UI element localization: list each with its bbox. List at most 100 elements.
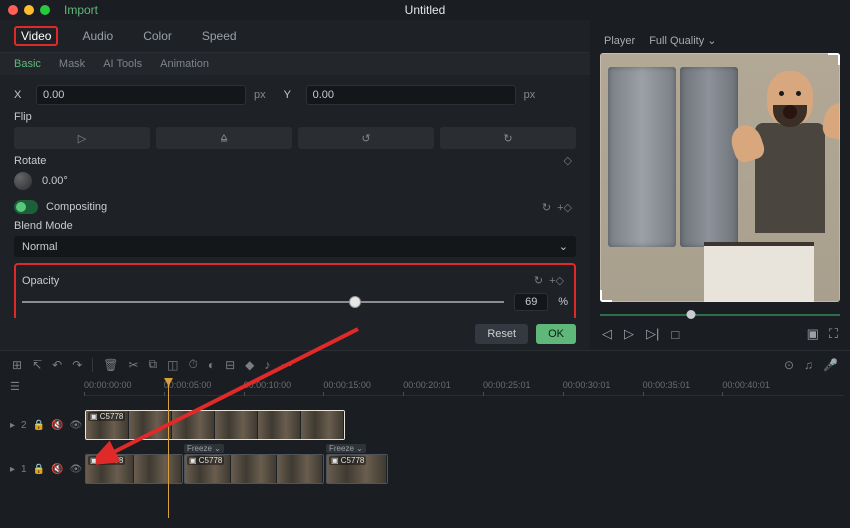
render-icon[interactable]: ⊙	[784, 358, 794, 372]
clip-label: ▣ C5778	[88, 412, 125, 421]
timeline-menu-icon[interactable]: ☰	[10, 380, 20, 393]
import-button[interactable]: Import	[64, 3, 98, 17]
y-label: Y	[284, 89, 298, 101]
crop-icon[interactable]: ◫	[167, 358, 178, 372]
reset-icon[interactable]: ↻	[542, 201, 551, 214]
scrubber-thumb[interactable]	[687, 310, 696, 319]
copy-icon[interactable]: ⧉	[149, 357, 158, 372]
prev-frame-button[interactable]: ◁	[602, 326, 612, 342]
select-tool-icon[interactable]: ↸	[32, 358, 42, 372]
rotate-cw-button[interactable]: ↻	[440, 127, 576, 149]
more-icon[interactable]: ⋯	[280, 358, 292, 372]
opacity-value[interactable]: 69	[514, 293, 548, 311]
blend-mode-dropdown[interactable]: Normal ⌄	[14, 236, 576, 257]
mic-icon[interactable]: 🎤	[823, 358, 838, 372]
adjust-icon[interactable]: ⊟	[225, 358, 235, 372]
compositing-label: Compositing	[46, 201, 107, 213]
player-scrubber[interactable]	[600, 308, 840, 322]
timeline-panel: ⊞ ↸ ↶ ↷ 🗑 ✂ ⧉ ◫ ⏱ ◐ ⊟ ◆ ♪ ⋯ ⊙ ♫ 🎤 ☰ 00:0…	[0, 350, 850, 528]
playhead[interactable]	[168, 378, 169, 518]
subtab-aitools[interactable]: AI Tools	[103, 58, 142, 70]
speed-icon[interactable]: ⏱	[188, 357, 197, 372]
document-title: Untitled	[405, 3, 446, 17]
video-preview[interactable]	[600, 53, 840, 302]
opacity-keyframe-icon[interactable]: +◇	[549, 274, 564, 287]
ruler-tick: 00:00:20:01	[403, 380, 451, 390]
subtab-basic[interactable]: Basic	[14, 58, 41, 70]
track-lock-icon[interactable]: 🔒	[33, 464, 45, 475]
y-input[interactable]	[306, 85, 516, 105]
pointer-tool-icon[interactable]: ⊞	[12, 358, 22, 372]
track-hide-icon[interactable]: 👁	[70, 420, 83, 431]
flip-horizontal-button[interactable]: ▷	[14, 127, 150, 149]
track-mute-icon[interactable]: 🔇	[51, 420, 63, 431]
flip-vertical-button[interactable]: ⩠	[156, 127, 292, 149]
x-unit: px	[254, 89, 266, 101]
compositing-toggle[interactable]	[14, 200, 38, 214]
clip-label: ▣ C5778	[187, 456, 224, 465]
ruler-tick: 00:00:00:00	[84, 380, 132, 390]
clip-track2[interactable]: ▣ C5778	[85, 410, 345, 440]
opacity-slider-thumb[interactable]	[349, 296, 361, 308]
subtab-mask[interactable]: Mask	[59, 58, 85, 70]
play-button[interactable]: ▷	[624, 326, 634, 342]
keyframe-diamond-icon[interactable]: ◇	[564, 154, 572, 167]
blend-mode-value: Normal	[22, 241, 57, 253]
quality-dropdown[interactable]: Full Quality ⌄	[649, 34, 716, 47]
fullscreen-button[interactable]: ⛶	[829, 326, 838, 342]
freeze-badge: Freeze ⌄	[184, 444, 224, 453]
mixer-icon[interactable]: ♫	[804, 358, 813, 372]
inspector-panel: Video Audio Color Speed Basic Mask AI To…	[0, 20, 590, 350]
chevron-down-icon: ⌄	[707, 35, 716, 47]
tab-speed[interactable]: Speed	[196, 26, 243, 46]
ok-button[interactable]: OK	[536, 324, 576, 344]
tab-audio[interactable]: Audio	[76, 26, 119, 46]
track-lock-icon[interactable]: 🔒	[33, 420, 45, 431]
color-icon[interactable]: ◐	[208, 358, 215, 372]
ruler-tick: 00:00:30:01	[563, 380, 611, 390]
delete-icon[interactable]: 🗑	[103, 358, 118, 372]
rotate-ccw-button[interactable]: ↺	[298, 127, 434, 149]
opacity-section: Opacity ↻+◇ 69 %	[14, 263, 576, 318]
window-minimize[interactable]	[24, 5, 34, 15]
cut-icon[interactable]: ✂	[128, 358, 138, 372]
window-close[interactable]	[8, 5, 18, 15]
reset-button[interactable]: Reset	[475, 324, 528, 344]
ruler-tick: 00:00:15:00	[323, 380, 371, 390]
rotate-cw-icon: ↻	[501, 131, 515, 145]
opacity-reset-icon[interactable]: ↻	[534, 274, 543, 287]
clip-track1-b[interactable]: ▣ C5778	[184, 454, 324, 484]
player-panel: Player Full Quality ⌄ ◁ ▷ ▷|	[590, 20, 850, 350]
window-zoom[interactable]	[40, 5, 50, 15]
clip-track1-c[interactable]: ▣ C5778	[326, 454, 388, 484]
blend-mode-label: Blend Mode	[14, 220, 576, 232]
rotate-knob[interactable]	[14, 172, 32, 190]
player-tab[interactable]: Player	[604, 35, 635, 47]
ruler-tick: 00:00:40:01	[722, 380, 770, 390]
keyframe-add-icon[interactable]: +◇	[557, 201, 572, 214]
track-collapse-icon[interactable]: ▸	[10, 420, 15, 431]
opacity-slider[interactable]	[22, 301, 504, 303]
marker-icon[interactable]: ◆	[245, 358, 254, 372]
snapshot-button[interactable]: ▣	[807, 326, 819, 342]
clip-label: ▣ C5778	[88, 456, 125, 465]
rotate-ccw-icon: ↺	[359, 131, 373, 145]
rotate-value: 0.00°	[42, 175, 68, 187]
redo-icon[interactable]: ↷	[72, 358, 82, 372]
timeline-ruler[interactable]: 00:00:00:00 00:00:05:00 00:00:10:00 00:0…	[84, 378, 844, 396]
undo-icon[interactable]: ↶	[52, 358, 62, 372]
track-collapse-icon[interactable]: ▸	[10, 464, 15, 475]
clip-label: ▣ C5778	[329, 456, 366, 465]
audio-icon[interactable]: ♪	[264, 358, 270, 372]
x-input[interactable]	[36, 85, 246, 105]
next-frame-button[interactable]: ▷|	[646, 326, 659, 342]
ruler-tick: 00:00:25:01	[483, 380, 531, 390]
subtab-animation[interactable]: Animation	[160, 58, 209, 70]
opacity-label: Opacity	[22, 275, 59, 287]
track-mute-icon[interactable]: 🔇	[51, 464, 63, 475]
tab-color[interactable]: Color	[137, 26, 178, 46]
tab-video[interactable]: Video	[14, 26, 58, 46]
stop-button[interactable]: □	[671, 327, 679, 342]
play-right-icon: ▷	[75, 131, 89, 145]
track-hide-icon[interactable]: 👁	[70, 464, 83, 475]
